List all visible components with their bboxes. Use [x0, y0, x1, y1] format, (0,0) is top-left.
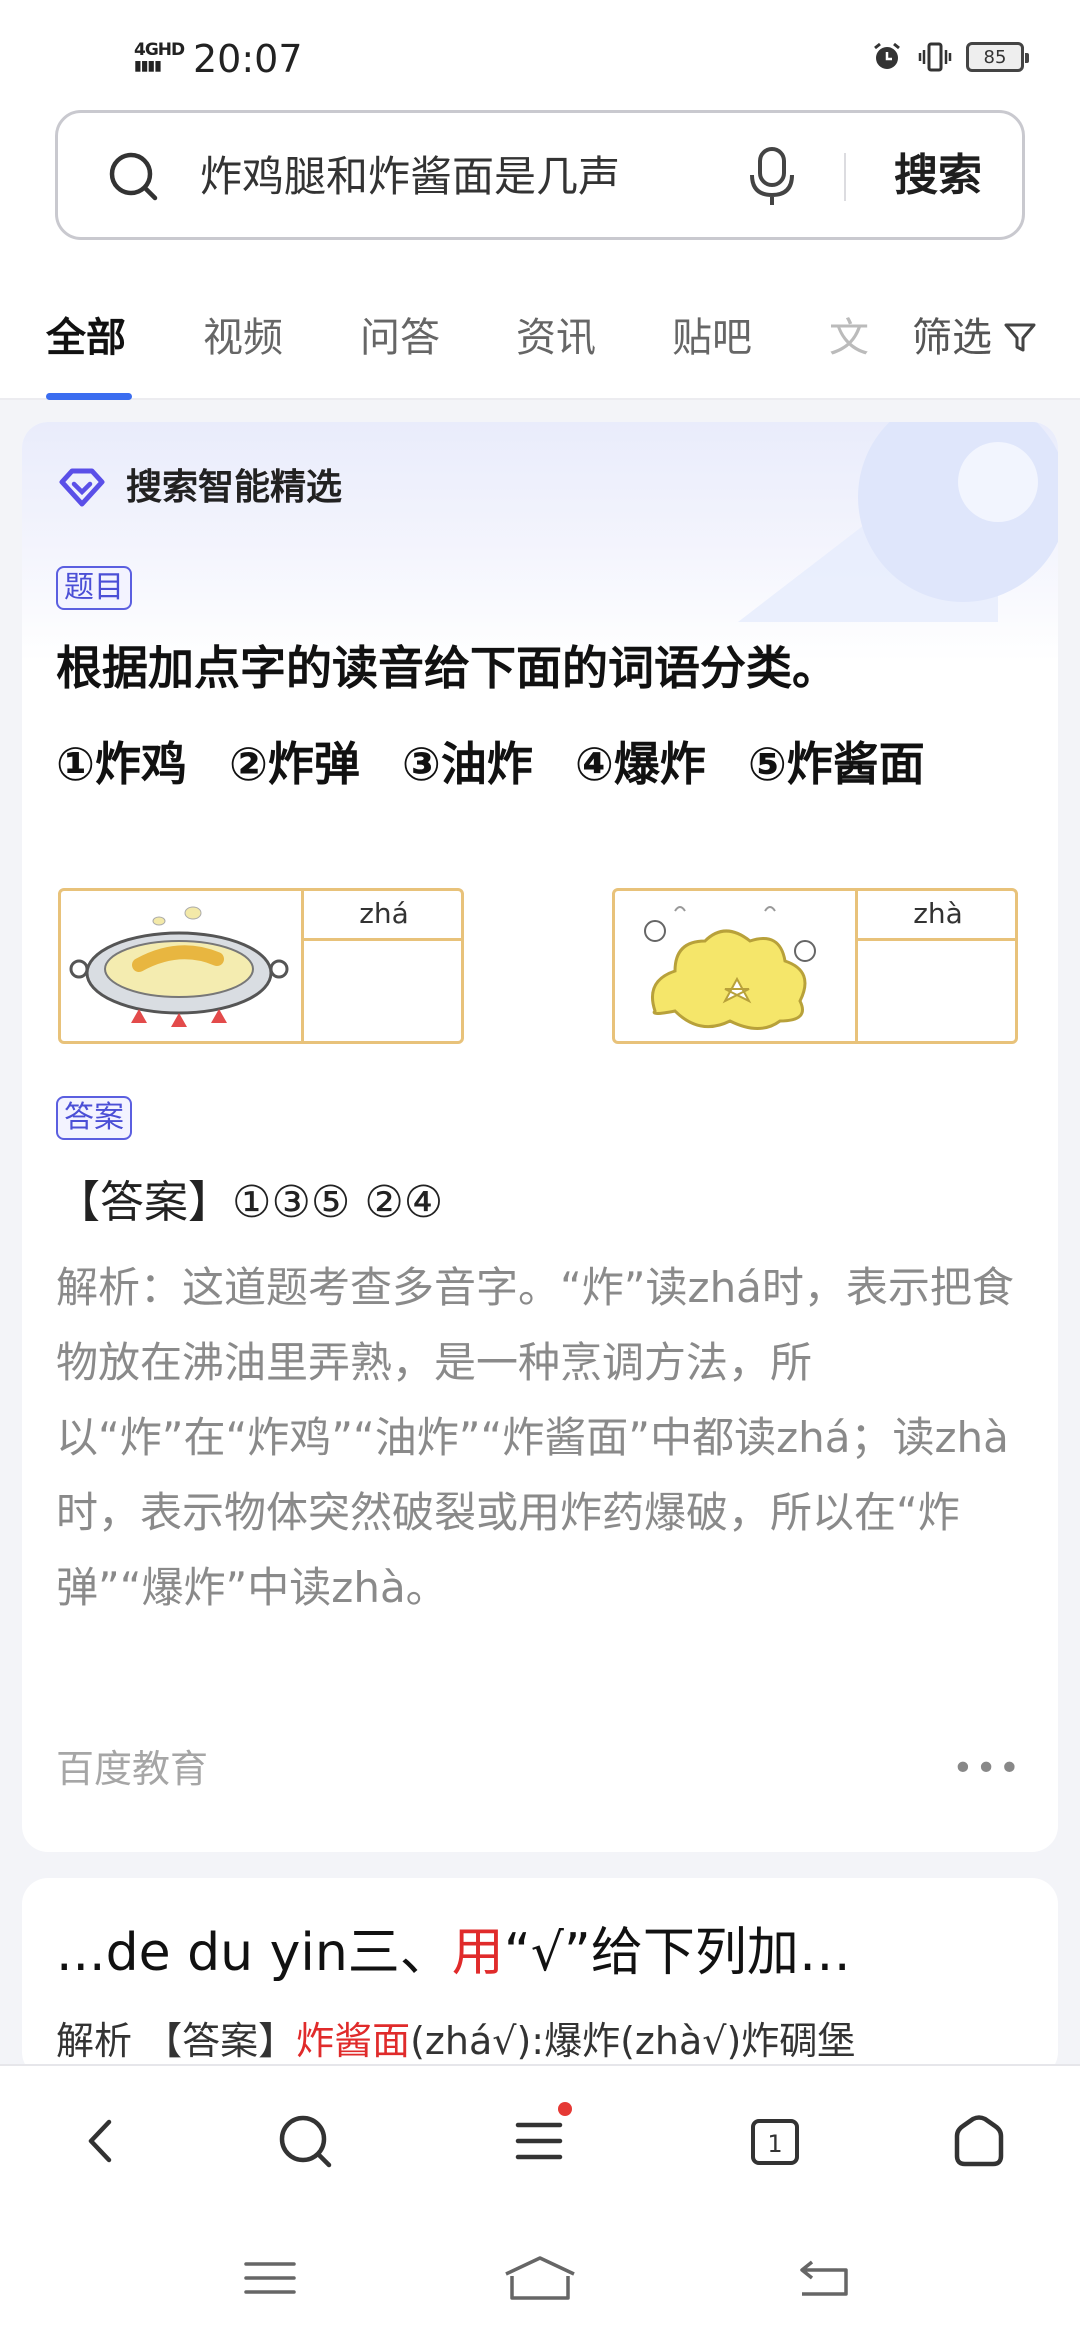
pinyin-cell-zha4: zhà — [855, 891, 1018, 1041]
system-navigation — [0, 2214, 1080, 2340]
question-title: 根据加点字的读音给下面的词语分类。 — [56, 641, 838, 695]
search-icon[interactable] — [270, 2106, 340, 2176]
alarm-icon — [870, 40, 904, 74]
filter-icon — [1004, 323, 1036, 352]
result-snippet: 解析 【答案】炸酱面(zhá√):爆炸(zhà√)炸碉堡 — [56, 2016, 855, 2066]
battery-level: 85 — [983, 46, 1007, 68]
back-icon[interactable] — [784, 2248, 864, 2308]
result-title-highlight: 用 — [451, 1923, 504, 1983]
tab-qa[interactable]: 问答 — [360, 313, 440, 363]
snippet-prefix: 解析 【答案】 — [56, 2019, 297, 2063]
battery-icon: 85 — [966, 42, 1029, 72]
answer-tag: 答案 — [56, 1096, 132, 1140]
explosion-image — [644, 906, 816, 1030]
more-options-icon[interactable]: ••• — [952, 1744, 1022, 1794]
result-tabs: 全部 视频 问答 资讯 贴吧 文 筛选 — [0, 275, 1080, 400]
search-divider — [844, 153, 846, 201]
pinyin-cell-zha2: zhá — [301, 891, 464, 1041]
filter-label: 筛选 — [912, 315, 992, 361]
tab-video[interactable]: 视频 — [203, 313, 283, 363]
search-area: 炸鸡腿和炸酱面是几声 搜索 — [0, 110, 1080, 275]
search-input[interactable]: 炸鸡腿和炸酱面是几声 — [200, 151, 700, 203]
status-time: 20:07 — [193, 37, 303, 81]
frying-pan-image — [69, 906, 289, 1027]
vibrate-icon — [918, 40, 952, 74]
tab-count: 1 — [767, 2130, 782, 2158]
card-header-bg — [22, 422, 1058, 662]
active-tab-indicator — [46, 393, 132, 400]
brand-header: 搜索智能精选 — [56, 462, 342, 514]
tabs-icon[interactable]: 1 — [740, 2106, 810, 2176]
question-item: ③油炸 — [401, 737, 533, 791]
question-items: ①炸鸡 ②炸弹 ③油炸 ④爆炸 ⑤炸酱面 — [56, 722, 1036, 806]
notification-dot — [558, 2102, 572, 2116]
mic-icon[interactable] — [742, 143, 802, 209]
home-icon[interactable] — [500, 2248, 580, 2308]
ai-answer-card[interactable]: 搜索智能精选 题目 根据加点字的读音给下面的词语分类。 ①炸鸡 ②炸弹 ③油炸 ④爆炸… — [22, 422, 1058, 1852]
home-icon[interactable] — [944, 2106, 1014, 2176]
pinyin-label: zhá — [304, 891, 464, 941]
result-title-prefix: ...de du yin三、 — [56, 1923, 452, 1983]
snippet-suffix: (zhá√):爆炸(zhà√)炸碉堡 — [410, 2019, 856, 2063]
analysis-text: 解析：这道题考查多音字。“炸”读zhá时，表示把食物放在沸油里弄熟，是一种烹调方… — [56, 1263, 1014, 1612]
question-item: ②炸弹 — [228, 737, 360, 791]
result-title[interactable]: ...de du yin三、用“√”给下列加… — [56, 1920, 851, 1986]
tab-tieba[interactable]: 贴吧 — [672, 313, 752, 363]
diamond-icon — [59, 468, 105, 507]
bottom-navigation: 1 — [0, 2064, 1080, 2214]
recent-apps-icon[interactable] — [230, 2248, 310, 2308]
search-box[interactable]: 炸鸡腿和炸酱面是几声 搜索 — [55, 110, 1025, 240]
search-button[interactable]: 搜索 — [894, 149, 982, 203]
frying-illustration: zhá — [58, 888, 464, 1044]
explosion-illustration: zhà — [612, 888, 1018, 1044]
result-title-suffix: “√”给下列加… — [503, 1923, 851, 1983]
answer-line: 【答案】①③⑤ ②④ — [56, 1177, 444, 1228]
question-item: ④爆炸 — [574, 737, 706, 791]
tab-all[interactable]: 全部 — [46, 313, 126, 363]
search-icon — [106, 149, 162, 205]
question-tag: 题目 — [56, 566, 132, 610]
tab-wen[interactable]: 文 — [829, 313, 869, 363]
pinyin-label: zhà — [858, 891, 1018, 941]
network-label: 4GHD — [134, 40, 185, 60]
network-indicator: 4GHD ▮▮▮▮ — [134, 40, 185, 74]
status-bar: 4GHD ▮▮▮▮ 20:07 85 — [0, 0, 1080, 110]
filter-button[interactable]: 筛选 — [912, 313, 1038, 363]
tab-news[interactable]: 资讯 — [516, 313, 596, 363]
header-decoration-dot — [958, 442, 1038, 522]
back-icon[interactable] — [66, 2106, 136, 2176]
status-icons: 85 — [870, 40, 1029, 74]
signal-bars-icon: ▮▮▮▮ — [134, 58, 162, 74]
result-card[interactable]: ...de du yin三、用“√”给下列加… 解析 【答案】炸酱面(zhá√)… — [22, 1878, 1058, 2078]
menu-icon[interactable] — [504, 2102, 574, 2176]
source-label[interactable]: 百度教育 — [56, 1744, 208, 1794]
question-item: ①炸鸡 — [56, 737, 187, 791]
question-item: ⑤炸酱面 — [747, 737, 925, 791]
snippet-highlight: 炸酱面 — [296, 2019, 411, 2063]
brand-title: 搜索智能精选 — [126, 467, 343, 508]
